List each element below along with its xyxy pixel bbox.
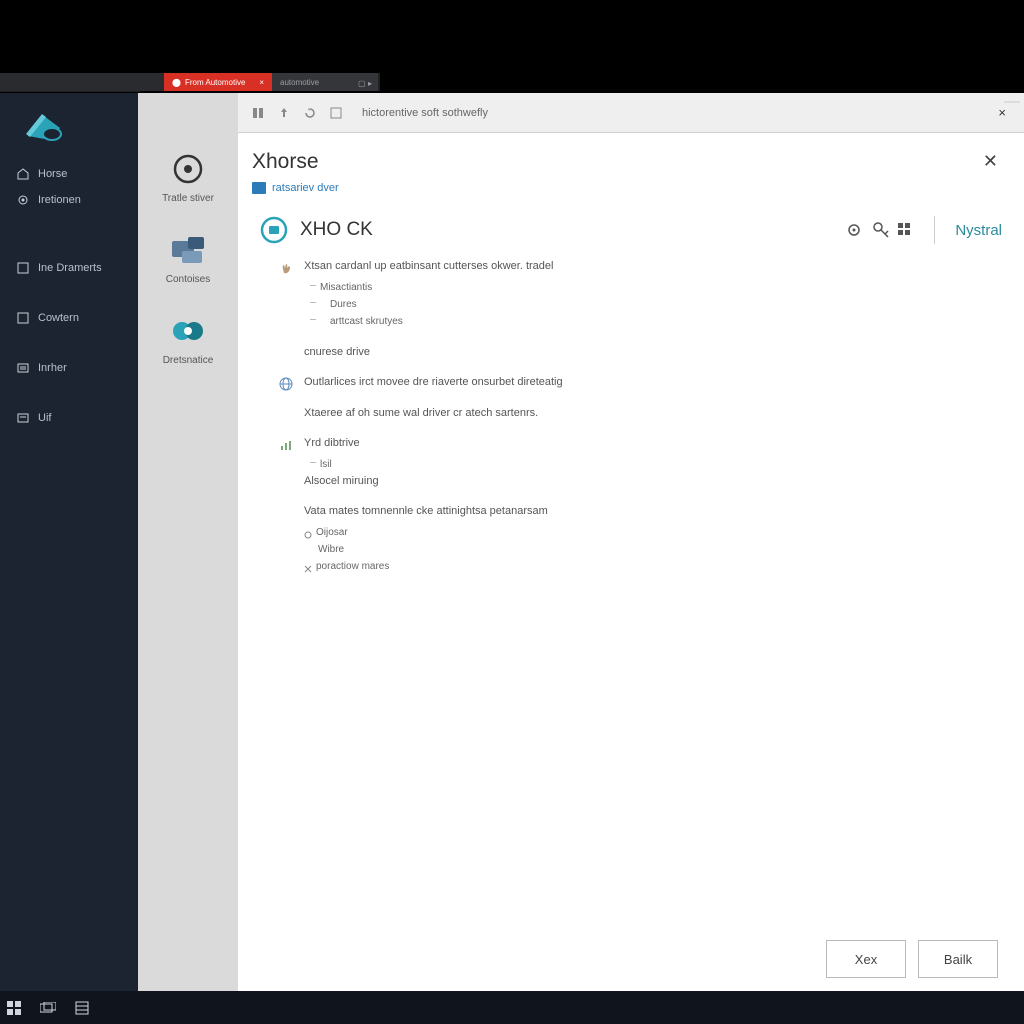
next-button[interactable]: Xex [826, 940, 906, 978]
detail-text: Outlarlices irct movee dre riaverte onsu… [304, 374, 984, 391]
gear-icon [848, 221, 866, 239]
tab-favicon: ⬤ [172, 78, 181, 87]
detail-plain: Alsocel miruing [304, 473, 984, 490]
secondary-sidebar: Tratle stiver Contoises Dretsnatice [138, 93, 238, 991]
install-link[interactable]: Nystral [955, 222, 1002, 239]
tree-item[interactable]: lsil [320, 456, 984, 473]
taskbar [0, 991, 1024, 1024]
detail-tree: lsil [304, 456, 984, 473]
chart-icon [278, 437, 294, 453]
browser-tab[interactable]: automotive [272, 73, 350, 91]
detail-text: Yrd dibtrive [304, 435, 984, 452]
globe-icon [278, 376, 294, 392]
dialog-footer: Xex Bailk [238, 927, 1024, 991]
key-icon [872, 221, 890, 239]
hand-icon [278, 260, 294, 276]
subtitle-text: ratsariev dver [272, 182, 339, 194]
detail-footer: Vata mates tomnennle cke attinightsa pet… [304, 503, 984, 520]
start-icon[interactable] [6, 1000, 22, 1016]
pin-icon[interactable] [276, 105, 292, 121]
app-icon[interactable] [74, 1000, 90, 1016]
content-toolbar: hictorentive soft sothwefly × [238, 93, 1024, 133]
browser-tab[interactable] [0, 73, 164, 91]
detail-footer: cnurese drive [304, 344, 984, 361]
detail-footer: Xtaeree af oh sume wal driver cr atech s… [304, 405, 984, 422]
detail-tree: Misactiantis Dures arttcast skrutyes [304, 279, 984, 330]
diagnostic-icon [168, 313, 208, 349]
list-item[interactable]: Oijosar [304, 524, 984, 541]
grid-icon [896, 221, 914, 239]
close-icon[interactable]: ✕ [979, 147, 1002, 176]
app-window: Horse Iretionen Ine Dramerts Cowtern Inr… [0, 93, 1024, 991]
square-icon [16, 261, 30, 275]
sidebar-tile-label: Contoises [166, 274, 210, 285]
sidebar-item[interactable]: Cowtern [0, 305, 138, 331]
wizard-dialog: Xhorse ✕ ratsariev dver XHO CK [238, 133, 1024, 991]
hardware-icon [168, 232, 208, 268]
sidebar-tile-connections[interactable]: Contoises [143, 232, 233, 285]
list-icon [16, 361, 30, 375]
tab-close-icon[interactable]: × [259, 78, 264, 87]
play-icon[interactable]: ▸ [368, 79, 372, 85]
back-button[interactable]: Bailk [918, 940, 998, 978]
dialog-header: Xhorse ✕ [238, 133, 1024, 182]
dialog-subtitle[interactable]: ratsariev dver [238, 182, 1024, 210]
tab-label: From Automotive [185, 78, 245, 87]
back-icon[interactable] [250, 105, 266, 121]
tree-item[interactable]: arttcast skrutyes [320, 313, 984, 330]
window-minimize-icon[interactable]: — [1004, 93, 1020, 111]
dialog-body: Xtsan cardanl up eatbinsant cutterses ok… [238, 254, 1024, 595]
primary-sidebar: Horse Iretionen Ine Dramerts Cowtern Inr… [0, 93, 138, 991]
sidebar-item[interactable]: Ine Dramerts [0, 255, 138, 281]
home-icon [16, 167, 30, 181]
detail-text: Xtsan cardanl up eatbinsant cutterses ok… [304, 258, 984, 275]
taskview-icon[interactable] [40, 1000, 56, 1016]
browser-tabs: ⬤ From Automotive × automotive ▢ ▸ [0, 73, 380, 91]
sidebar-item-label: Uif [38, 412, 51, 424]
gear-icon [16, 193, 30, 207]
sidebar-item-label: Cowtern [38, 312, 79, 324]
sidebar-tile-label: Dretsnatice [163, 355, 214, 366]
tab-label: automotive [280, 78, 319, 87]
detail-section: Yrd dibtrive lsil Alsocel miruing Vata m… [278, 435, 984, 575]
content-area: hictorentive soft sothwefly × Xhorse ✕ r… [238, 93, 1024, 991]
tab-controls: ▢ ▸ [350, 73, 378, 91]
sidebar-tile-driver[interactable]: Tratle stiver [143, 151, 233, 204]
dialog-title: Xhorse [252, 150, 319, 174]
sidebar-item[interactable]: Inrher [0, 355, 138, 381]
device-header: XHO CK Nystral [238, 210, 1024, 254]
sidebar-item-home[interactable]: Horse [0, 161, 138, 187]
breadcrumb: hictorentive soft sothwefly [362, 107, 488, 119]
sidebar-item[interactable]: Uif [0, 405, 138, 431]
sidebar-tile-label: Tratle stiver [162, 193, 214, 204]
detail-section: Outlarlices irct movee dre riaverte onsu… [278, 374, 984, 421]
x-icon [304, 563, 310, 569]
system-icons [848, 221, 914, 239]
window-restore-icon[interactable]: ▢ [358, 79, 364, 85]
device-icon [260, 216, 288, 244]
sidebar-item-label: Horse [38, 168, 67, 180]
list-item[interactable]: Wibre [304, 541, 984, 558]
detail-list: Oijosar Wibre poractiow mares [304, 524, 984, 575]
device-title: XHO CK [300, 219, 373, 241]
tree-item[interactable]: Dures [320, 296, 984, 313]
radio-icon [304, 529, 310, 535]
sidebar-tile-diagnostics[interactable]: Dretsnatice [143, 313, 233, 366]
list-item[interactable]: poractiow mares [304, 558, 984, 575]
grid-icon[interactable] [328, 105, 344, 121]
sidebar-item-label: Ine Dramerts [38, 262, 102, 274]
refresh-icon[interactable] [302, 105, 318, 121]
detail-section: Xtsan cardanl up eatbinsant cutterses ok… [278, 258, 984, 360]
browser-tab-active[interactable]: ⬤ From Automotive × [164, 73, 272, 91]
list-icon [16, 411, 30, 425]
sidebar-item-label: Iretionen [38, 194, 81, 206]
brand-logo [18, 107, 66, 147]
tree-item[interactable]: Misactiantis [320, 279, 984, 296]
sidebar-item-label: Inrher [38, 362, 67, 374]
sidebar-item[interactable]: Iretionen [0, 187, 138, 213]
folder-icon [252, 182, 266, 194]
disc-icon [168, 151, 208, 187]
square-icon [16, 311, 30, 325]
